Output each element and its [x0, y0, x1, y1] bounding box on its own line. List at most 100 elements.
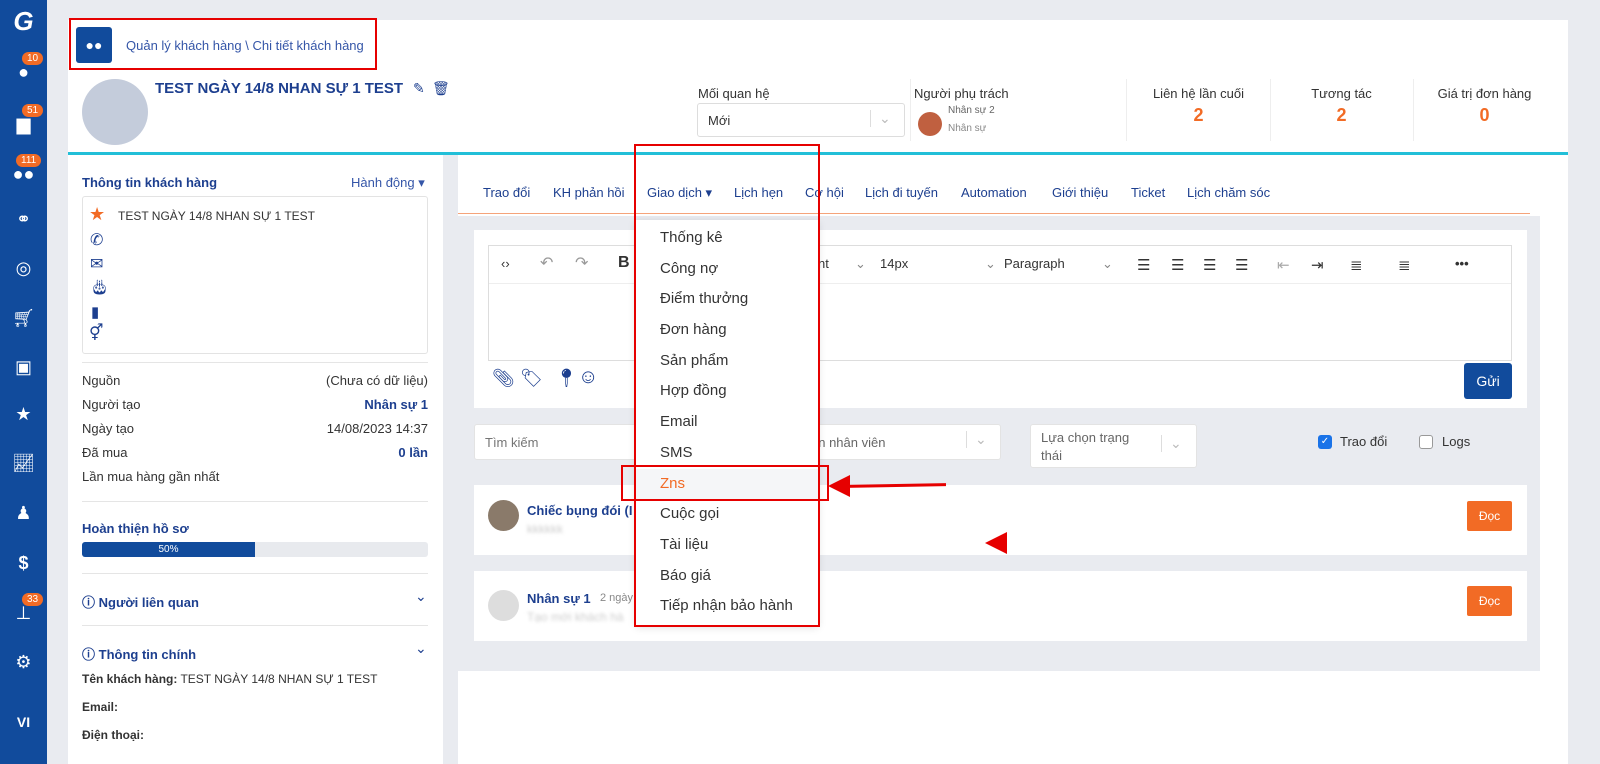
user-icon[interactable]: ● 10: [0, 52, 47, 83]
cubes-icon[interactable]: ▣: [0, 357, 47, 378]
align-justify-icon[interactable]: ☰: [1235, 256, 1248, 274]
badge: 51: [22, 104, 44, 117]
ordered-list-icon[interactable]: ≣: [1350, 256, 1363, 274]
status-select[interactable]: Lựa chọn trạng thái ⌄: [1030, 424, 1197, 468]
feed-author[interactable]: Chiếc bụng đói (I: [527, 503, 632, 518]
section-title: Thông tin khách hàng: [82, 175, 218, 190]
trash-icon[interactable]: 🗑︎: [432, 80, 450, 97]
owner-label: Người phụ trách: [914, 86, 1009, 101]
align-right-icon[interactable]: ☰: [1203, 256, 1216, 274]
progress-fill: 50%: [82, 542, 255, 557]
chevron-down-icon: ⌄: [985, 256, 996, 271]
edit-icon[interactable]: ✎: [413, 80, 425, 97]
align-left-icon[interactable]: ☰: [1137, 256, 1150, 274]
outdent-icon[interactable]: ⇤: [1277, 256, 1290, 274]
owner-name: Nhân sự 2: [948, 105, 995, 116]
highlight-box: [621, 465, 829, 501]
annotation-arrowhead: [985, 532, 1007, 554]
tab-gioi-thieu[interactable]: Giới thiệu: [1052, 185, 1108, 200]
font-size-select[interactable]: 14px: [880, 256, 908, 271]
sidebar: G ● 10 ▆ 51 ●● 111 ⚭ ◎ 🛒︎ ▣ ★ 📈︎ ♟ $ ⊥ 33 ⚙ …: [0, 0, 47, 764]
stat-value: 2: [1336, 105, 1347, 125]
align-center-icon[interactable]: ☰: [1171, 256, 1184, 274]
logo-icon[interactable]: G: [0, 6, 47, 37]
undo-icon[interactable]: ↶: [540, 253, 553, 273]
cart-icon[interactable]: 🛒︎: [0, 308, 47, 329]
chevron-down-icon: ⌄: [855, 256, 866, 271]
tab-kh-phan-hoi[interactable]: KH phản hồi: [553, 185, 625, 200]
related-section[interactable]: ⓘ Người liên quan: [82, 592, 199, 611]
star-icon: ★: [89, 204, 106, 224]
gear-icon[interactable]: ⚙: [0, 652, 47, 673]
read-button[interactable]: Đọc: [1467, 501, 1512, 531]
progress-title: Hoàn thiện hồ sơ: [82, 521, 189, 536]
chevron-down-icon: ⌄: [966, 431, 987, 448]
feed-text: Tạo mới khách hà: [527, 610, 624, 624]
sitemap-icon[interactable]: ⊥ 33: [0, 593, 47, 624]
tab-lich-di-tuyen[interactable]: Lịch đi tuyến: [865, 185, 938, 200]
target-icon[interactable]: ◎: [0, 258, 47, 279]
more-icon[interactable]: •••: [1455, 256, 1469, 271]
chevron-down-icon: ⌄: [1161, 435, 1182, 452]
chart-icon[interactable]: 📈︎: [0, 453, 47, 474]
dollar-icon[interactable]: $: [0, 553, 47, 574]
read-button[interactable]: Đọc: [1467, 586, 1512, 616]
progress-bar: 50%: [82, 542, 428, 557]
indent-icon[interactable]: ⇥: [1311, 256, 1324, 274]
language-switch[interactable]: VI: [0, 714, 47, 730]
relationship-value: Mới: [708, 113, 731, 128]
field-phone: Điện thoại:: [82, 728, 144, 742]
breadcrumb[interactable]: Quản lý khách hàng \ Chi tiết khách hàng: [126, 38, 364, 53]
checkbox-trao-doi[interactable]: ✓: [1318, 435, 1332, 449]
send-button[interactable]: Gửi: [1464, 363, 1512, 399]
mail-icon: ✉: [90, 256, 104, 273]
annotation-arrowhead: [828, 475, 850, 497]
redo-icon[interactable]: ↷: [575, 253, 588, 273]
stat-label: Tương tác: [1311, 86, 1372, 101]
star-icon[interactable]: ★: [0, 404, 47, 425]
main-info-section[interactable]: ⓘ Thông tin chính: [82, 644, 196, 663]
checkbox-label: Logs: [1442, 434, 1471, 449]
tag-icon[interactable]: 🏷︎: [520, 368, 543, 389]
format-select[interactable]: Paragraph: [1004, 256, 1065, 271]
checkbox-label: Trao đổi: [1340, 434, 1388, 449]
info-rows: Nguồn (Chưa có dữ liệu) Người tạo Nhân sự …: [82, 373, 428, 484]
relationship-select[interactable]: Mới ⌄: [697, 103, 905, 137]
tab-trao-doi[interactable]: Trao đổi: [483, 185, 530, 200]
attachment-icon[interactable]: 📎︎: [492, 368, 515, 389]
code-icon[interactable]: ‹›: [501, 256, 510, 271]
feed-item: [474, 571, 1527, 641]
owner-avatar: [918, 112, 942, 136]
bullet-list-icon[interactable]: ≣: [1398, 256, 1411, 274]
user-tie-icon[interactable]: ♟: [0, 503, 47, 524]
users-icon[interactable]: ●● 111: [0, 154, 47, 185]
phone-icon: ✆: [90, 232, 104, 249]
briefcase-icon[interactable]: ▆ 51: [0, 104, 47, 135]
avatar: [488, 500, 519, 531]
bold-button[interactable]: B: [618, 254, 630, 272]
emoji-icon[interactable]: ☺: [578, 366, 598, 389]
feed-author[interactable]: Nhân sự 1: [527, 591, 591, 606]
info-box: ★ TEST NGÀY 14/8 NHAN SỰ 1 TEST ✆ ✉ 🎂︎ ▮…: [82, 196, 428, 354]
chevron-down-icon[interactable]: ⌄: [415, 588, 427, 605]
field-name: Tên khách hàng: TEST NGÀY 14/8 NHAN SỰ 1…: [82, 672, 378, 686]
creator-link[interactable]: Nhân sự 1: [364, 393, 428, 417]
feed-time: 2 ngày: [600, 592, 634, 604]
location-icon[interactable]: 📍︎: [555, 368, 578, 389]
highlight-box: [634, 144, 820, 627]
birthday-icon: 🎂︎: [90, 279, 110, 296]
stat-label: Giá trị đơn hàng: [1437, 86, 1532, 101]
action-dropdown[interactable]: Hành động ▾: [351, 175, 425, 191]
customer-name: TEST NGÀY 14/8 NHAN SỰ 1 TEST: [155, 80, 404, 97]
chevron-down-icon: ⌄: [1102, 256, 1113, 271]
tab-lich-cham-soc[interactable]: Lịch chăm sóc: [1187, 185, 1270, 200]
badge: 111: [16, 154, 42, 167]
badge: 33: [22, 593, 44, 606]
search-input[interactable]: [474, 424, 644, 460]
tab-automation[interactable]: Automation: [961, 185, 1027, 200]
handshake-icon[interactable]: ⚭: [0, 209, 47, 230]
checkbox-logs[interactable]: [1419, 435, 1433, 449]
chevron-down-icon[interactable]: ⌄: [415, 640, 427, 657]
tab-ticket[interactable]: Ticket: [1131, 185, 1165, 200]
owner-role: Nhân sự: [948, 123, 987, 134]
